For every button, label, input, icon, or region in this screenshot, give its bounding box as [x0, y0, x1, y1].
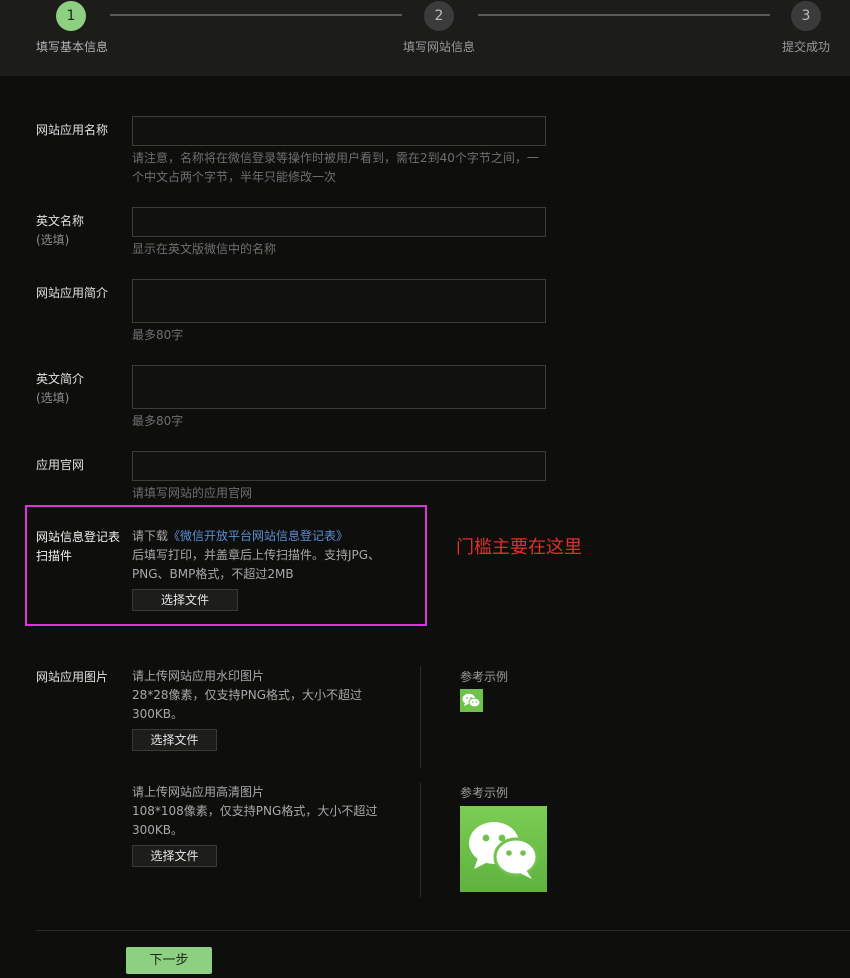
english-name-input[interactable] [132, 207, 546, 237]
progress-stepper: 1 填写基本信息 2 填写网站信息 3 提交成功 [0, 0, 850, 76]
step-1-circle: 1 [56, 1, 86, 31]
app-name-hint-line2: 个中文占两个字节，半年只能修改一次 [132, 170, 337, 184]
english-intro-textarea[interactable] [132, 365, 546, 409]
website-label: 应用官网 [36, 458, 85, 472]
app-name-input[interactable] [132, 116, 546, 146]
next-step-button[interactable]: 下一步 [126, 947, 212, 974]
step-2-circle: 2 [424, 1, 454, 31]
step-connector [110, 14, 402, 16]
small-image-desc-line3: 300KB。 [132, 707, 184, 721]
annotation-text: 门槛主要在这里 [456, 537, 582, 558]
small-ref-label: 参考示例 [460, 670, 509, 684]
english-intro-label: 英文简介 (选填) [36, 370, 84, 408]
website-hint: 请填写网站的应用官网 [132, 486, 253, 500]
large-image-desc: 请上传网站应用高清图片 108*108像素，仅支持PNG格式，大小不超过 300… [132, 783, 377, 840]
large-ref-label: 参考示例 [460, 786, 509, 800]
small-image-desc-line1: 请上传网站应用水印图片 [132, 669, 265, 683]
app-intro-hint: 最多80字 [132, 328, 184, 342]
step-1-label: 填写基本信息 [36, 40, 109, 54]
english-intro-label-text: 英文简介 [36, 372, 85, 386]
small-image-desc-line2: 28*28像素，仅支持PNG格式，大小不超过 [132, 688, 363, 702]
small-image-desc: 请上传网站应用水印图片 28*28像素，仅支持PNG格式，大小不超过 300KB… [132, 667, 362, 724]
registration-form-download-link[interactable]: 《微信开放平台网站信息登记表》 [168, 529, 348, 543]
small-image-choose-file-button[interactable]: 选择文件 [132, 729, 217, 751]
wechat-large-icon [460, 806, 547, 892]
wechat-small-icon [460, 689, 483, 712]
registration-form-label: 网站信息登记表 扫描件 [36, 528, 120, 566]
large-image-desc-line2: 108*108像素，仅支持PNG格式，大小不超过 [132, 804, 378, 818]
registration-choose-file-button[interactable]: 选择文件 [132, 589, 238, 611]
app-intro-label: 网站应用简介 [36, 286, 109, 300]
footer-divider [36, 930, 850, 931]
website-input[interactable] [132, 451, 546, 481]
divider [420, 666, 421, 768]
app-name-hint: 请注意，名称将在微信登录等操作时被用户看到，需在2到40个字节之间，一 个中文占… [132, 149, 539, 187]
english-intro-hint: 最多80字 [132, 414, 184, 428]
large-image-desc-line3: 300KB。 [132, 823, 184, 837]
divider [420, 783, 421, 897]
registration-form-label-line1: 网站信息登记表 [36, 530, 121, 544]
registration-desc-line2: PNG、BMP格式，不超过2MB [132, 567, 294, 581]
registration-form-desc: 请下载《微信开放平台网站信息登记表》 后填写打印，并盖章后上传扫描件。支持JPG… [132, 527, 380, 584]
download-prefix: 请下载 [132, 529, 169, 543]
registration-desc-line1: 后填写打印，并盖章后上传扫描件。支持JPG、 [132, 548, 381, 562]
optional-tag: (选填) [36, 233, 70, 247]
english-name-hint: 显示在英文版微信中的名称 [132, 242, 277, 256]
step-connector [478, 14, 770, 16]
step-3-circle: 3 [791, 1, 821, 31]
registration-form-label-line2: 扫描件 [36, 549, 73, 563]
app-images-label: 网站应用图片 [36, 670, 109, 684]
step-2-label: 填写网站信息 [403, 40, 476, 54]
step-3-label: 提交成功 [782, 40, 831, 54]
app-name-label: 网站应用名称 [36, 123, 109, 137]
app-name-hint-line1: 请注意，名称将在微信登录等操作时被用户看到，需在2到40个字节之间，一 [132, 151, 539, 165]
english-name-label-text: 英文名称 [36, 214, 85, 228]
large-image-choose-file-button[interactable]: 选择文件 [132, 845, 217, 867]
english-name-label: 英文名称 (选填) [36, 212, 84, 250]
app-intro-textarea[interactable] [132, 279, 546, 323]
optional-tag: (选填) [36, 391, 70, 405]
large-image-desc-line1: 请上传网站应用高清图片 [132, 785, 265, 799]
